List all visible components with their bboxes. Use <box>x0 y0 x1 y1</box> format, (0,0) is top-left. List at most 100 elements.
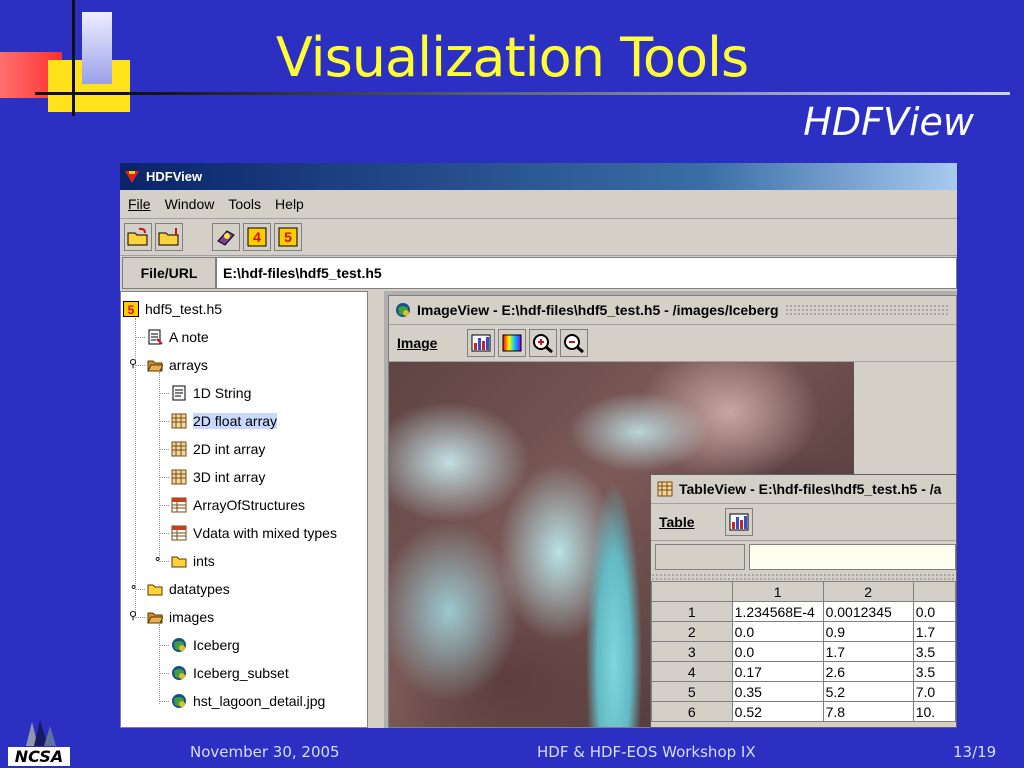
table-cell[interactable]: 1.234568E-4 <box>731 601 824 622</box>
row-header[interactable]: 2 <box>651 621 733 642</box>
tree-item-arrayofstructures[interactable]: ArrayOfStructures <box>171 494 305 516</box>
tree-expander-collapsed[interactable]: ⚬ <box>153 553 162 566</box>
histogram-button[interactable] <box>467 329 496 357</box>
tree-item-label: 1D String <box>193 385 252 401</box>
tree-item-ints[interactable]: ints <box>171 550 215 572</box>
tree-item-label: A note <box>169 329 209 345</box>
table-cell[interactable]: 7.0 <box>912 681 956 702</box>
tree-item-arrays[interactable]: arrays <box>147 354 208 376</box>
table-cell[interactable]: 0.0 <box>912 601 956 622</box>
column-header[interactable] <box>912 581 956 602</box>
cell-value-field[interactable] <box>749 544 956 570</box>
zoom-in-button[interactable] <box>529 329 558 357</box>
hdf4-glyph: 4 <box>253 229 261 245</box>
table-cell[interactable]: 0.0 <box>731 641 824 662</box>
table-row: 4 0.17 2.6 3.5 <box>651 661 956 682</box>
table-cell[interactable]: 3.5 <box>912 661 956 682</box>
footer-date: November 30, 2005 <box>190 743 340 761</box>
hdf4-icon: 4 <box>247 227 267 247</box>
tree-expander-collapsed[interactable]: ⚬ <box>129 581 138 594</box>
tree-item-2d-float-array[interactable]: 2D float array <box>171 410 278 432</box>
column-header[interactable]: 2 <box>822 581 914 602</box>
tree-item-hst-lagoon-detail-jpg[interactable]: hst_lagoon_detail.jpg <box>171 690 325 712</box>
imageview-titlebar[interactable]: ImageView - E:\hdf-files\hdf5_test.h5 - … <box>389 296 956 325</box>
tree-expander-expanded[interactable]: ⚲ <box>129 609 137 622</box>
folder-icon <box>171 556 187 568</box>
tableview-title: TableView - E:\hdf-files\hdf5_test.h5 - … <box>679 481 942 497</box>
dataset-icon <box>171 441 187 457</box>
tree-item-iceberg-subset[interactable]: Iceberg_subset <box>171 662 289 684</box>
tree-root[interactable]: 5 hdf5_test.h5 <box>123 298 222 320</box>
hdf5-library-button[interactable]: 5 <box>274 223 302 251</box>
image-icon <box>172 694 186 708</box>
folder-open-icon <box>147 612 163 624</box>
splitter[interactable] <box>368 291 384 728</box>
decor-horizontal-line <box>35 92 1010 95</box>
row-header[interactable]: 4 <box>651 661 733 682</box>
footer-event: HDF & HDF-EOS Workshop IX <box>537 743 756 761</box>
tree-item-iceberg[interactable]: Iceberg <box>171 634 240 656</box>
row-header[interactable]: 3 <box>651 641 733 662</box>
imageview-menu[interactable]: Image <box>397 335 437 351</box>
text-doc-icon <box>172 385 186 401</box>
table-cell[interactable]: 7.8 <box>822 701 914 722</box>
tree-item-2d-int-array[interactable]: 2D int array <box>171 438 265 460</box>
table-cell[interactable]: 1.7 <box>822 641 914 662</box>
table-cell[interactable]: 2.6 <box>822 661 914 682</box>
note-icon <box>148 329 163 345</box>
tree-item-datatypes[interactable]: datatypes <box>147 578 230 600</box>
menu-help[interactable]: Help <box>275 196 304 212</box>
table-cell[interactable]: 0.35 <box>731 681 824 702</box>
chart-icon <box>729 513 749 531</box>
tree-root-label: hdf5_test.h5 <box>145 301 223 317</box>
tree-connector <box>159 449 169 450</box>
tableview-grip <box>651 573 956 581</box>
file-url-button[interactable]: File/URL <box>122 257 216 289</box>
tree-item-3d-int-array[interactable]: 3D int array <box>171 466 265 488</box>
table-cell[interactable]: 5.2 <box>822 681 914 702</box>
table-chart-button[interactable] <box>724 508 753 536</box>
tree-connector <box>159 624 160 704</box>
column-header[interactable]: 1 <box>731 581 824 602</box>
tree-item-images[interactable]: images <box>147 606 214 628</box>
menu-file[interactable]: File <box>128 196 151 212</box>
row-header[interactable]: 1 <box>651 601 733 622</box>
window-titlebar[interactable]: HDFView <box>120 163 957 190</box>
table-cell[interactable]: 3.5 <box>912 641 956 662</box>
cell-name-field[interactable] <box>655 544 745 570</box>
tree-connector <box>159 477 169 478</box>
table-cell[interactable]: 0.0012345 <box>822 601 914 622</box>
menubar: File Window Tools Help <box>120 190 957 219</box>
table-cell[interactable]: 0.9 <box>822 621 914 642</box>
palette-button[interactable] <box>498 329 527 357</box>
hdf4-library-button[interactable]: 4 <box>243 223 271 251</box>
table-cell[interactable]: 10. <box>912 701 956 722</box>
hdf5-icon: 5 <box>278 227 298 247</box>
tree-connector <box>159 421 169 422</box>
tree-item-1d-string[interactable]: 1D String <box>171 382 251 404</box>
help-button[interactable] <box>212 223 240 251</box>
menu-window[interactable]: Window <box>165 196 215 212</box>
table-cell[interactable]: 0.0 <box>731 621 824 642</box>
close-file-button[interactable] <box>155 223 183 251</box>
table-cell[interactable]: 0.52 <box>731 701 824 722</box>
tableview-titlebar[interactable]: TableView - E:\hdf-files\hdf5_test.h5 - … <box>651 475 956 504</box>
slide-title: Visualization Tools <box>275 26 749 89</box>
table-cell[interactable]: 0.17 <box>731 661 824 682</box>
row-header[interactable]: 6 <box>651 701 733 722</box>
imageview-toolbar: Image <box>389 325 956 362</box>
zoom-out-button[interactable] <box>560 329 589 357</box>
menu-tools[interactable]: Tools <box>228 196 261 212</box>
row-header[interactable]: 5 <box>651 681 733 702</box>
file-tree[interactable]: 5 hdf5_test.h5 A note ⚲ arrays 1D String 2D … <box>120 291 368 728</box>
tree-item-label: hst_lagoon_detail.jpg <box>193 693 326 709</box>
tree-item-a-note[interactable]: A note <box>147 326 209 348</box>
file-url-input[interactable]: E:\hdf-files\hdf5_test.h5 <box>216 257 957 289</box>
folder-icon <box>147 584 163 596</box>
tree-expander-expanded[interactable]: ⚲ <box>129 357 137 370</box>
tableview-window: TableView - E:\hdf-files\hdf5_test.h5 - … <box>650 474 957 728</box>
open-file-button[interactable] <box>124 223 152 251</box>
tree-item-vdata-with-mixed-types[interactable]: Vdata with mixed types <box>171 522 337 544</box>
table-cell[interactable]: 1.7 <box>912 621 956 642</box>
tableview-menu[interactable]: Table <box>659 514 695 530</box>
